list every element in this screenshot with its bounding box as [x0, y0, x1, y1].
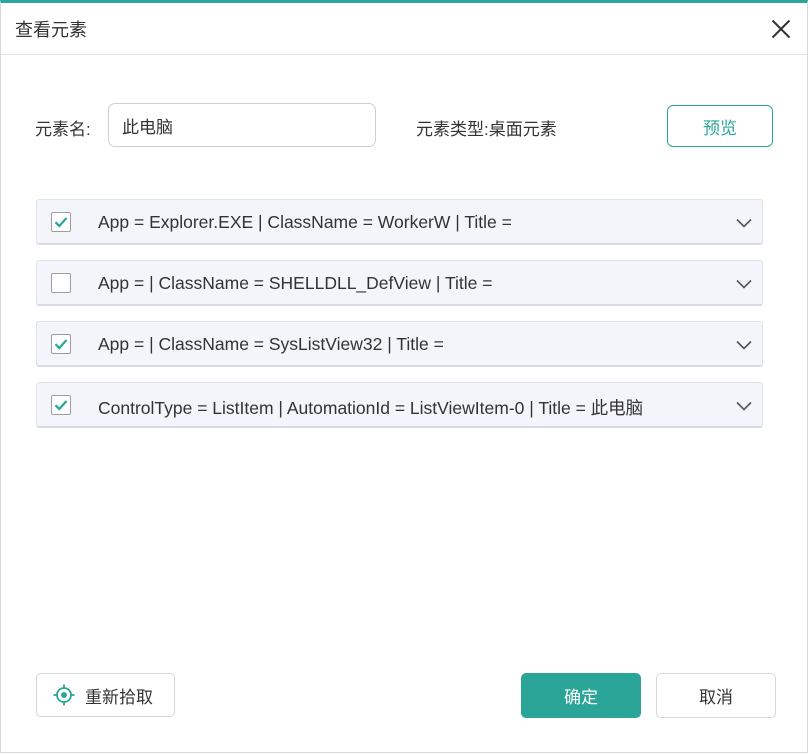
view-element-dialog: 查看元素 元素名: 元素类型:桌面元素 预览 App = Explorer.EX… [0, 0, 808, 753]
element-name-input[interactable] [108, 103, 376, 147]
cancel-button[interactable]: 取消 [656, 673, 776, 718]
selector-row[interactable]: App = Explorer.EXE | ClassName = WorkerW… [36, 199, 763, 245]
selector-list: App = Explorer.EXE | ClassName = WorkerW… [36, 199, 763, 443]
repick-button[interactable]: 重新拾取 [36, 673, 175, 717]
selector-text: ControlType = ListItem | AutomationId = … [98, 398, 644, 418]
check-icon [54, 217, 68, 228]
selector-text: App = Explorer.EXE | ClassName = WorkerW… [98, 212, 512, 232]
selector-row[interactable]: App = | ClassName = SHELLDLL_DefView | T… [36, 260, 763, 306]
element-info-row: 元素名: 元素类型:桌面元素 预览 [35, 103, 773, 149]
close-icon[interactable] [767, 15, 795, 43]
selector-checkbox[interactable] [51, 334, 71, 354]
repick-label: 重新拾取 [85, 687, 153, 707]
selector-row[interactable]: ControlType = ListItem | AutomationId = … [36, 382, 763, 428]
dialog-titlebar: 查看元素 [1, 3, 807, 55]
chevron-down-icon[interactable] [736, 218, 752, 228]
selector-checkbox[interactable] [51, 395, 71, 415]
crosshair-icon [53, 684, 75, 706]
chevron-down-icon[interactable] [736, 401, 752, 411]
selector-row[interactable]: App = | ClassName = SysListView32 | Titl… [36, 321, 763, 367]
selector-text: App = | ClassName = SHELLDLL_DefView | T… [98, 273, 493, 293]
selector-checkbox[interactable] [51, 273, 71, 293]
check-icon [54, 400, 68, 411]
selector-checkbox[interactable] [51, 212, 71, 232]
element-type-text: 元素类型:桌面元素 [416, 120, 557, 139]
element-name-label: 元素名: [35, 120, 91, 139]
chevron-down-icon[interactable] [736, 279, 752, 289]
dialog-title: 查看元素 [15, 19, 87, 40]
ok-button[interactable]: 确定 [521, 673, 641, 718]
chevron-down-icon[interactable] [736, 340, 752, 350]
preview-button[interactable]: 预览 [667, 105, 773, 147]
check-icon [54, 339, 68, 350]
selector-text: App = | ClassName = SysListView32 | Titl… [98, 334, 444, 354]
